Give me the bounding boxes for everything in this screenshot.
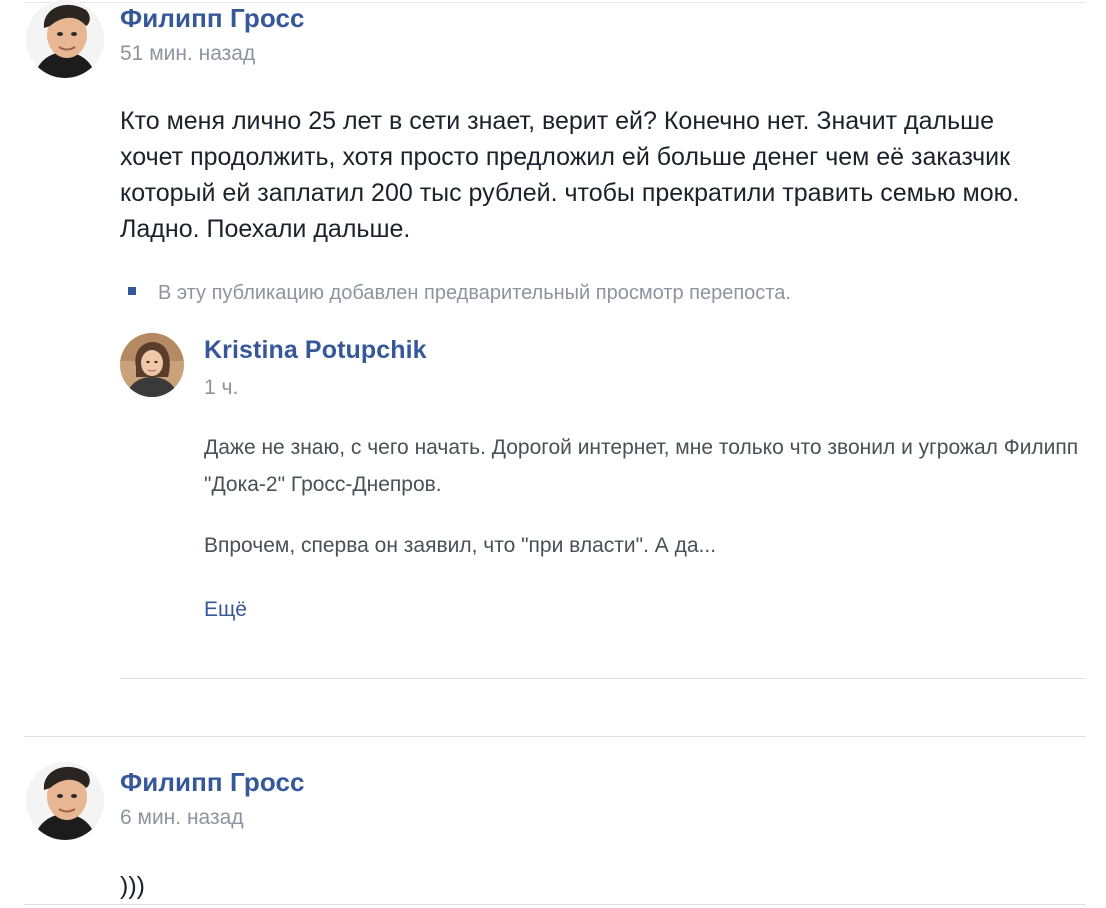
repost-notice-text: В эту публикацию добавлен предварительны… xyxy=(158,282,791,304)
square-bullet-icon xyxy=(128,287,136,295)
post-timestamp[interactable]: 6 мин. назад xyxy=(120,806,244,830)
post-text: ))) xyxy=(120,872,145,900)
avatar-philipp-icon[interactable] xyxy=(26,762,104,840)
shared-author-link[interactable]: Kristina Potupchik xyxy=(204,336,427,365)
repost-notice: В эту публикацию добавлен предварительны… xyxy=(128,282,791,305)
avatar-kristina-icon[interactable] xyxy=(120,333,184,397)
post-timestamp[interactable]: 51 мин. назад xyxy=(120,42,255,66)
see-more-link[interactable]: Ещё xyxy=(204,598,247,622)
shared-paragraph-2: Впрочем, сперва он заявил, что "при влас… xyxy=(204,534,717,557)
post-text: Кто меня лично 25 лет в сети знает, вери… xyxy=(120,107,1020,243)
bottom-divider xyxy=(24,904,1086,905)
post-author-link[interactable]: Филипп Гросс xyxy=(120,3,305,34)
shared-post-divider xyxy=(120,678,1086,679)
shared-paragraph-1: Даже не знаю, с чего начать. Дорогой инт… xyxy=(204,436,1079,496)
avatar-philipp-icon[interactable] xyxy=(26,0,104,78)
post-author-link[interactable]: Филипп Гросс xyxy=(120,767,305,798)
post-divider xyxy=(24,736,1086,737)
shared-timestamp[interactable]: 1 ч. xyxy=(204,376,238,400)
